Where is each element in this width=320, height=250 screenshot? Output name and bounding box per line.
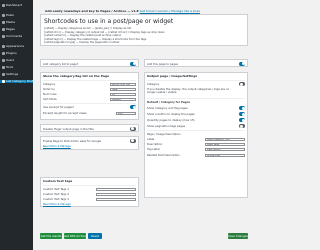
section-subtitle: Default / Category for Pages (147, 100, 191, 104)
field-label: Label (147, 137, 155, 141)
field-label: Show pagination tags pages (147, 124, 186, 128)
wrench-icon (2, 66, 5, 69)
field-label: Quantity pages to display (max 15) (147, 118, 195, 122)
rss-archive-button[interactable]: Get RSS Archive (64, 233, 87, 239)
num-rows-input[interactable]: 10 (110, 92, 136, 96)
sidebar-item-list-category-posts[interactable]: List Category Posts (0, 80, 33, 83)
divider (147, 98, 245, 99)
brush-icon (2, 45, 5, 48)
category-select[interactable]: Blurts First Tile (110, 82, 136, 86)
read-more-link[interactable]: Read More & Manage (43, 145, 71, 148)
banner-link[interactable]: Get full pro version / Manage like a bos… (140, 9, 200, 13)
tag-label-input[interactable]: Description (205, 147, 245, 151)
show-button-toggle[interactable] (239, 112, 245, 116)
box-title: Output page / Image/Settings (147, 74, 198, 78)
excerpt-toggle[interactable] (130, 105, 136, 109)
sidebar-item-users[interactable]: Users (2, 59, 31, 62)
shortcode-line: [catlist pagination=yes] — Display the p… (44, 41, 120, 44)
field-label: Description (147, 142, 163, 146)
field-label: Tag Label (147, 147, 160, 151)
media-icon (2, 21, 5, 24)
custom-text-tags-box: Custom Text tags Custom Text Tags 1 Cust… (40, 177, 139, 207)
divider (43, 185, 136, 186)
sidebar-item-settings[interactable]: Settings (2, 73, 31, 76)
field-label: Order by (43, 87, 55, 91)
disable-page-output-box: Disable 'Page' output page in the title (40, 124, 139, 132)
field-label: Related Post Description (147, 153, 180, 157)
show-category-tag-toggle[interactable] (239, 106, 245, 110)
excerpt-length-input[interactable]: 100 (116, 111, 136, 115)
label-input[interactable]: Page Category Info (205, 137, 245, 141)
add-page-toggle[interactable] (239, 61, 245, 66)
description-text: If you disable the display, the output c… (147, 87, 230, 95)
sidebar-item-plugins[interactable]: Plugins (2, 52, 31, 55)
field-label: Custom Text Tags 2 (43, 192, 69, 196)
box-title: Enable Page to Post Admin ease for Googl… (43, 138, 102, 143)
sidebar-item-pages[interactable]: Pages (2, 28, 31, 31)
box-title: Add category list to page? (43, 61, 79, 66)
box-title: Disable 'Page' output page in the title (43, 126, 94, 131)
category-list-settings-box: Show the category/tag list on the Page C… (40, 72, 139, 120)
field-label: Show Category and Tag pages (147, 106, 188, 110)
save-button[interactable]: Get the results (40, 233, 62, 239)
field-label: Custom Text Tags 3 (43, 197, 69, 201)
field-label: Excerpt length for excerpt views (43, 111, 87, 115)
field-label: Custom Text Tags 1 (43, 187, 69, 191)
reset-button[interactable]: Reset (88, 233, 102, 239)
order-by-select[interactable]: date (110, 87, 136, 91)
page-title: Shortcodes to use in a post/page or widg… (44, 18, 174, 25)
sidebar-item-media[interactable]: Media (2, 21, 31, 24)
box-title: Custom Text tags (43, 179, 73, 183)
custom-text-tags-1-input[interactable] (96, 187, 136, 191)
section-subtitle: Page / Image Description (147, 132, 181, 136)
plugin-banner: Add easily nowadays and key to Pages / A… (45, 9, 200, 13)
enable-page-admin-box: Enable Page to Post Admin ease for Googl… (40, 136, 139, 150)
field-label: Sort Mode (43, 97, 57, 101)
pin-icon (2, 14, 5, 17)
output-page-settings-box: Output page / Image/Settings Category If… (144, 72, 248, 198)
comment-icon (2, 35, 5, 38)
disable-page-toggle[interactable] (130, 126, 136, 131)
enable-page-admin-toggle[interactable] (130, 138, 136, 143)
related-post-input[interactable]: Active Post (205, 153, 245, 157)
banner-text: Add easily nowadays and key to Pages / A… (45, 9, 139, 13)
gear-icon (2, 73, 5, 76)
field-label: Show a button to display the pages (147, 112, 195, 116)
description-input[interactable]: Page Tags (205, 142, 245, 146)
plugin-icon (2, 52, 5, 55)
divider (147, 130, 245, 131)
user-icon (2, 59, 5, 62)
add-category-toggle[interactable] (130, 61, 136, 66)
sidebar-item-comments[interactable]: Comments (2, 35, 31, 38)
quantity-pages-toggle[interactable] (239, 118, 245, 122)
field-label: Num rows (43, 92, 57, 96)
custom-text-tags-2-input[interactable] (96, 192, 136, 196)
read-more-link[interactable]: Read More & Manage (43, 203, 71, 206)
divider (43, 103, 136, 104)
save-changes-button[interactable]: Save Changes (228, 233, 248, 239)
list-icon (2, 80, 5, 83)
pagination-toggle[interactable] (239, 124, 245, 128)
sidebar-item-posts[interactable]: Posts (2, 14, 31, 17)
main-content: Add easily nowadays and key to Pages / A… (33, 0, 250, 250)
sort-mode-select[interactable]: Default (110, 97, 136, 101)
add-page-box: Add this page to pages (144, 59, 248, 67)
custom-text-tags-3-input[interactable] (96, 197, 136, 201)
box-title: Add this page to pages (147, 61, 179, 66)
sidebar-item-dashboard[interactable]: Dashboard (2, 4, 31, 7)
sidebar-item-tools[interactable]: Tools (2, 66, 31, 69)
dashboard-icon (2, 4, 5, 7)
category-toggle[interactable] (239, 82, 245, 86)
box-title: Show the category/tag list on the Page (43, 74, 110, 78)
field-label: Category (43, 82, 56, 86)
admin-sidebar: Dashboard Posts Media Pages Comments App… (0, 0, 33, 250)
field-label: Use excerpt for pages? (43, 105, 74, 109)
sidebar-item-appearance[interactable]: Appearance (2, 45, 31, 48)
page-icon (2, 28, 5, 31)
add-category-list-box: Add category list to page? (40, 59, 139, 67)
divider (43, 80, 136, 81)
field-label: Category (147, 82, 160, 86)
shortcode-intro-panel: Shortcodes to use in a post/page or widg… (40, 14, 248, 46)
divider (147, 80, 245, 81)
